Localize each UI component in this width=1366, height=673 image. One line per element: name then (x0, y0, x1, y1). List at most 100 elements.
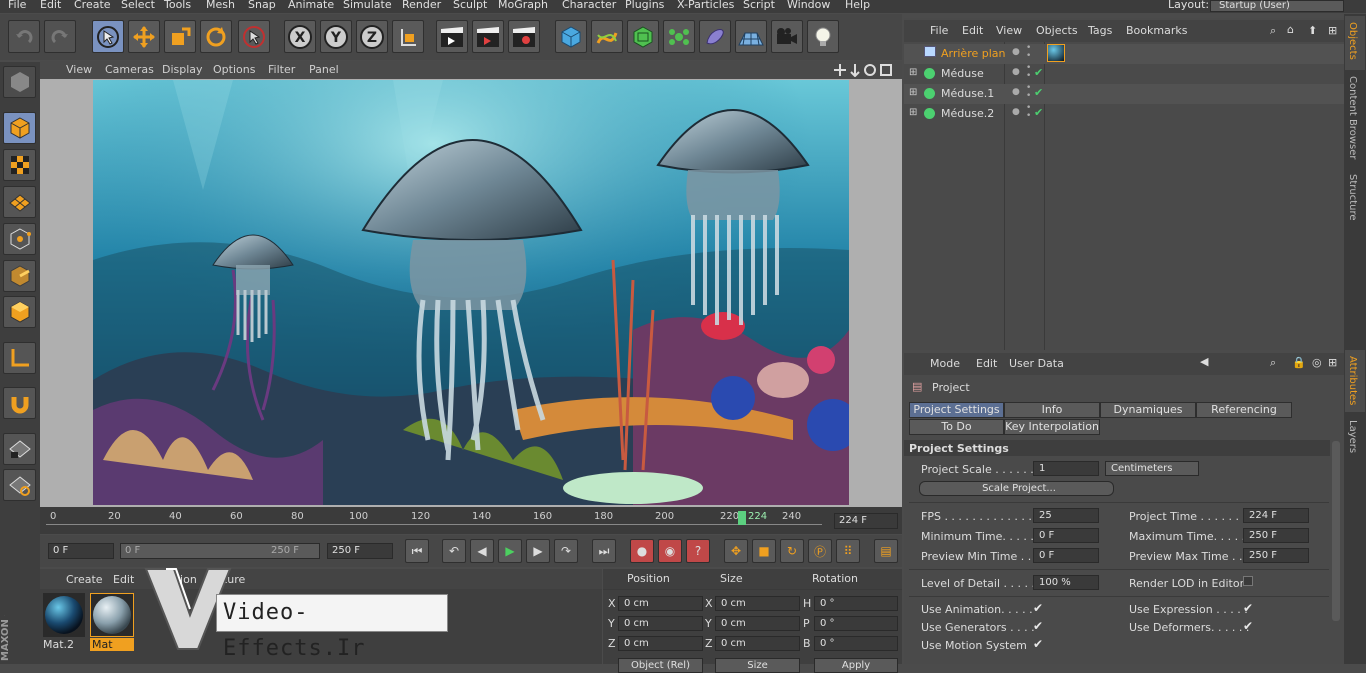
search-icon[interactable]: ⌕ (1270, 24, 1276, 38)
tab-dynamics[interactable]: Dynamiques (1100, 402, 1196, 418)
menu-edit[interactable]: Edit (40, 0, 61, 11)
play-icon[interactable]: ▶ (498, 539, 522, 563)
menu-plugins[interactable]: Plugins (625, 0, 664, 11)
camera-icon[interactable] (771, 20, 803, 53)
object-row[interactable]: ⊞ Méduse.2 ● • • ✔ (904, 104, 1344, 124)
cube-icon[interactable] (555, 20, 587, 53)
expand-icon[interactable]: ⊞ (909, 107, 917, 118)
lock-workplane-icon[interactable] (3, 433, 36, 465)
deformer-icon[interactable] (699, 20, 731, 53)
material-tag-icon[interactable] (1047, 44, 1065, 62)
x-axis-icon[interactable]: X (284, 20, 316, 53)
am-menu-edit[interactable]: Edit (976, 357, 997, 370)
light-icon[interactable] (807, 20, 839, 53)
om-menu-tags[interactable]: Tags (1088, 24, 1112, 37)
search-icon[interactable]: ⌕ (1270, 356, 1276, 370)
viewport-menu-view[interactable]: View (66, 63, 92, 76)
am-menu-user-data[interactable]: User Data (1009, 357, 1064, 370)
cloner-icon[interactable] (663, 20, 695, 53)
side-tab-layers[interactable]: Layers (1347, 420, 1358, 453)
range-slider[interactable]: 0 F 250 F (120, 543, 320, 559)
object-name[interactable]: Méduse.2 (941, 107, 994, 120)
material-menu-create[interactable]: Create (66, 573, 103, 586)
menu-window[interactable]: Window (787, 0, 830, 11)
up-icon[interactable]: ⬆ (1308, 24, 1317, 37)
lock-icon[interactable]: 🔒 (1292, 356, 1306, 369)
model-mode-icon[interactable] (3, 112, 36, 144)
scale-icon[interactable] (164, 20, 196, 53)
texture-mode-icon[interactable] (3, 149, 36, 181)
recent-tool-icon[interactable] (238, 20, 270, 53)
use-animation-checkbox[interactable]: ✔ (1033, 601, 1043, 615)
menu-x-particles[interactable]: X-Particles (677, 0, 734, 11)
material-menu-edit[interactable]: Edit (113, 573, 134, 586)
subdivision-icon[interactable] (627, 20, 659, 53)
viewport-menu-display[interactable]: Display (162, 63, 203, 76)
tab-key-interpolation[interactable]: Key Interpolation (1004, 419, 1100, 435)
side-tab-structure[interactable]: Structure (1347, 174, 1358, 221)
key-pla-icon[interactable]: ⠿ (836, 539, 860, 563)
next-key-icon[interactable]: ↷ (554, 539, 578, 563)
om-menu-objects[interactable]: Objects (1036, 24, 1078, 37)
spline-icon[interactable] (591, 20, 623, 53)
menu-animate[interactable]: Animate (288, 0, 334, 11)
position-z-field[interactable]: 0 cm (618, 636, 703, 651)
size-x-field[interactable]: 0 cm (715, 596, 800, 611)
autokey-icon[interactable]: ◉ (658, 539, 682, 563)
start-frame-field[interactable]: 0 F (48, 543, 114, 559)
preview-max-field[interactable]: 250 F (1243, 548, 1309, 563)
go-to-end-icon[interactable]: ⏭ (592, 539, 616, 563)
project-time-field[interactable]: 224 F (1243, 508, 1309, 523)
new-window-icon[interactable]: ⊞ (1328, 356, 1337, 369)
om-menu-file[interactable]: File (930, 24, 948, 37)
go-to-start-icon[interactable]: ⏮ (405, 539, 429, 563)
use-deformers-checkbox[interactable]: ✔ (1243, 619, 1253, 633)
tab-referencing[interactable]: Referencing (1196, 402, 1292, 418)
enabled-check-icon[interactable]: ✔ (1034, 66, 1043, 79)
points-mode-icon[interactable] (3, 223, 36, 255)
object-row[interactable]: Arrière plan ● • • (904, 44, 1344, 64)
workplane-mode-icon[interactable] (3, 186, 36, 218)
tab-info[interactable]: Info (1004, 402, 1100, 418)
om-menu-edit[interactable]: Edit (962, 24, 983, 37)
timeline-end-field[interactable]: 224 F (834, 513, 898, 529)
viewport-menu-panel[interactable]: Panel (309, 63, 339, 76)
key-parameter-icon[interactable]: Ⓟ (808, 539, 832, 563)
om-menu-bookmarks[interactable]: Bookmarks (1126, 24, 1187, 37)
menu-render[interactable]: Render (402, 0, 441, 11)
expand-icon[interactable]: ⊞ (909, 87, 917, 98)
keyframe-selection-icon[interactable]: ? (686, 539, 710, 563)
menu-select[interactable]: Select (121, 0, 155, 11)
menu-snap[interactable]: Snap (248, 0, 276, 11)
am-menu-mode[interactable]: Mode (930, 357, 960, 370)
use-generators-checkbox[interactable]: ✔ (1033, 619, 1043, 633)
live-selection-icon[interactable] (92, 20, 124, 53)
render-view-icon[interactable] (436, 20, 468, 53)
fps-field[interactable]: 25 (1033, 508, 1099, 523)
object-row[interactable]: ⊞ Méduse ● • • ✔ (904, 64, 1344, 84)
tab-to-do[interactable]: To Do (909, 419, 1004, 435)
rotation-h-field[interactable]: 0 ° (814, 596, 898, 611)
object-name[interactable]: Méduse.1 (941, 87, 994, 100)
project-scale-field[interactable]: 1 (1033, 461, 1099, 476)
menu-simulate[interactable]: Simulate (343, 0, 392, 11)
lod-field[interactable]: 100 % (1033, 575, 1099, 590)
use-motion-checkbox[interactable]: ✔ (1033, 637, 1043, 651)
next-frame-icon[interactable]: ▶ (526, 539, 550, 563)
viewport-menu-cameras[interactable]: Cameras (105, 63, 154, 76)
side-tab-attributes[interactable]: Attributes (1347, 356, 1358, 405)
rotation-b-field[interactable]: 0 ° (814, 636, 898, 651)
rotate-icon[interactable] (200, 20, 232, 53)
prev-frame-icon[interactable]: ◀ (470, 539, 494, 563)
enabled-check-icon[interactable]: ✔ (1034, 86, 1043, 99)
move-icon[interactable] (128, 20, 160, 53)
object-row[interactable]: ⊞ Méduse.1 ● • • ✔ (904, 84, 1344, 104)
back-arrow-icon[interactable]: ◀ (1200, 355, 1208, 368)
preview-min-field[interactable]: 0 F (1033, 548, 1099, 563)
viewport[interactable] (40, 79, 902, 507)
side-tab-objects[interactable]: Objects (1347, 22, 1358, 60)
key-rotation-icon[interactable]: ↻ (780, 539, 804, 563)
size-z-field[interactable]: 0 cm (715, 636, 800, 651)
object-name[interactable]: Méduse (941, 67, 984, 80)
home-icon[interactable]: ⌂ (1287, 23, 1294, 36)
